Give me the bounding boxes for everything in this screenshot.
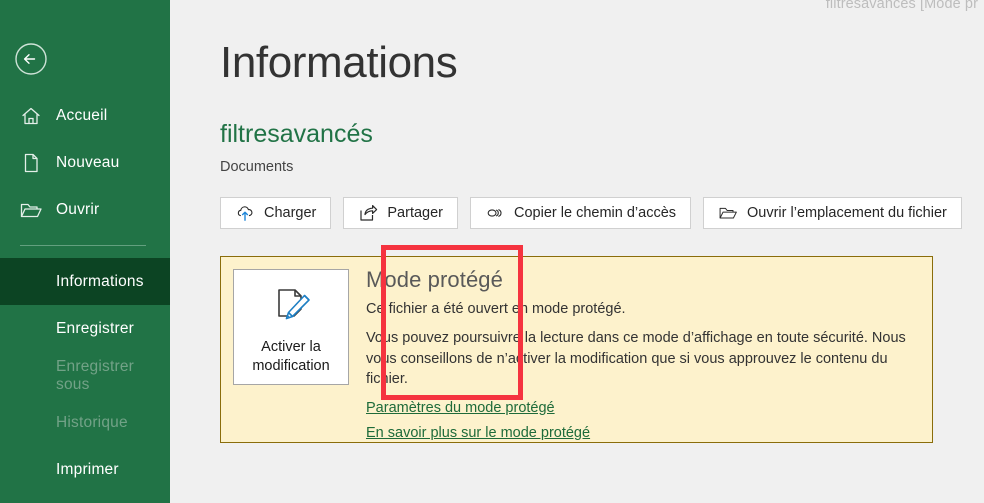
button-label: Partager <box>387 205 444 221</box>
sidebar-item-informations[interactable]: Informations <box>0 258 170 305</box>
ouvrir-emplacement-fichier-button[interactable]: Ouvrir l’emplacement du fichier <box>703 197 962 229</box>
protected-mode-paragraph-2: Vous pouvez poursuivre la lecture dans c… <box>366 330 906 387</box>
button-label: Ouvrir l’emplacement du fichier <box>747 205 947 221</box>
en-savoir-plus-mode-protege-link[interactable]: En savoir plus sur le mode protégé <box>366 425 590 441</box>
protected-mode-heading: Mode protégé <box>366 267 503 292</box>
sidebar-item-label: Historique <box>56 413 128 431</box>
page-title: Informations <box>220 38 458 87</box>
sidebar-item-label: Enregistrer <box>56 319 135 337</box>
link-copy-icon <box>485 203 505 223</box>
backstage-view: filtresavancés [Mode pr Accueil Nouveau … <box>0 0 984 503</box>
sidebar-item-label: Informations <box>56 272 144 290</box>
document-edit-pencil-icon <box>268 286 314 330</box>
protected-mode-text: Mode protégé Ce fichier a été ouvert en … <box>366 267 918 450</box>
sidebar: Accueil Nouveau Ouvrir Informations Enre… <box>0 0 170 503</box>
activer-modification-label: Activer la modification <box>252 338 329 376</box>
parametres-mode-protege-link[interactable]: Paramètres du mode protégé <box>366 400 555 416</box>
button-label-line1: Activer la <box>261 339 321 355</box>
main-content: Informations filtresavancés Documents Ch… <box>170 0 984 503</box>
sidebar-item-accueil[interactable]: Accueil <box>0 92 170 139</box>
button-label: Copier le chemin d’accès <box>514 205 677 221</box>
sidebar-item-label: Nouveau <box>56 153 120 171</box>
document-location: Documents <box>220 159 294 175</box>
sidebar-item-imprimer[interactable]: Imprimer <box>0 446 170 493</box>
copier-chemin-acces-button[interactable]: Copier le chemin d’accès <box>470 197 692 229</box>
button-label-line2: modification <box>252 358 330 374</box>
sidebar-divider <box>20 245 146 246</box>
share-icon <box>358 203 378 223</box>
activer-modification-button[interactable]: Activer la modification <box>233 269 349 385</box>
partager-button[interactable]: Partager <box>343 197 459 229</box>
cloud-upload-icon <box>235 203 255 223</box>
sidebar-item-label: Imprimer <box>56 460 119 478</box>
sidebar-item-ouvrir[interactable]: Ouvrir <box>0 186 170 233</box>
folder-open-icon <box>718 203 738 223</box>
sidebar-item-label: Enregistrer sous <box>56 357 135 393</box>
protected-mode-paragraph-1: Ce fichier a été ouvert en mode protégé. <box>366 301 626 317</box>
sidebar-item-label: Accueil <box>56 106 108 124</box>
protected-mode-panel: Activer la modification Mode protégé Ce … <box>220 256 933 443</box>
sidebar-item-enregistrer-sous[interactable]: Enregistrer sous <box>0 352 170 399</box>
sidebar-nav-bottom: Informations Enregistrer Enregistrer sou… <box>0 258 170 493</box>
sidebar-item-nouveau[interactable]: Nouveau <box>0 139 170 186</box>
new-document-icon <box>18 150 44 176</box>
home-icon <box>18 103 44 129</box>
sidebar-item-label: Ouvrir <box>56 200 100 218</box>
sidebar-item-enregistrer[interactable]: Enregistrer <box>0 305 170 352</box>
charger-button[interactable]: Charger <box>220 197 332 229</box>
sidebar-item-historique[interactable]: Historique <box>0 399 170 446</box>
button-label: Charger <box>264 205 317 221</box>
open-folder-icon <box>18 197 44 223</box>
document-name: filtresavancés <box>220 120 373 148</box>
sidebar-nav-top: Accueil Nouveau Ouvrir <box>0 92 170 233</box>
action-button-row: Charger Partager Copier le chemin d’accè… <box>220 197 962 229</box>
back-arrow-circle-icon[interactable] <box>14 42 48 76</box>
